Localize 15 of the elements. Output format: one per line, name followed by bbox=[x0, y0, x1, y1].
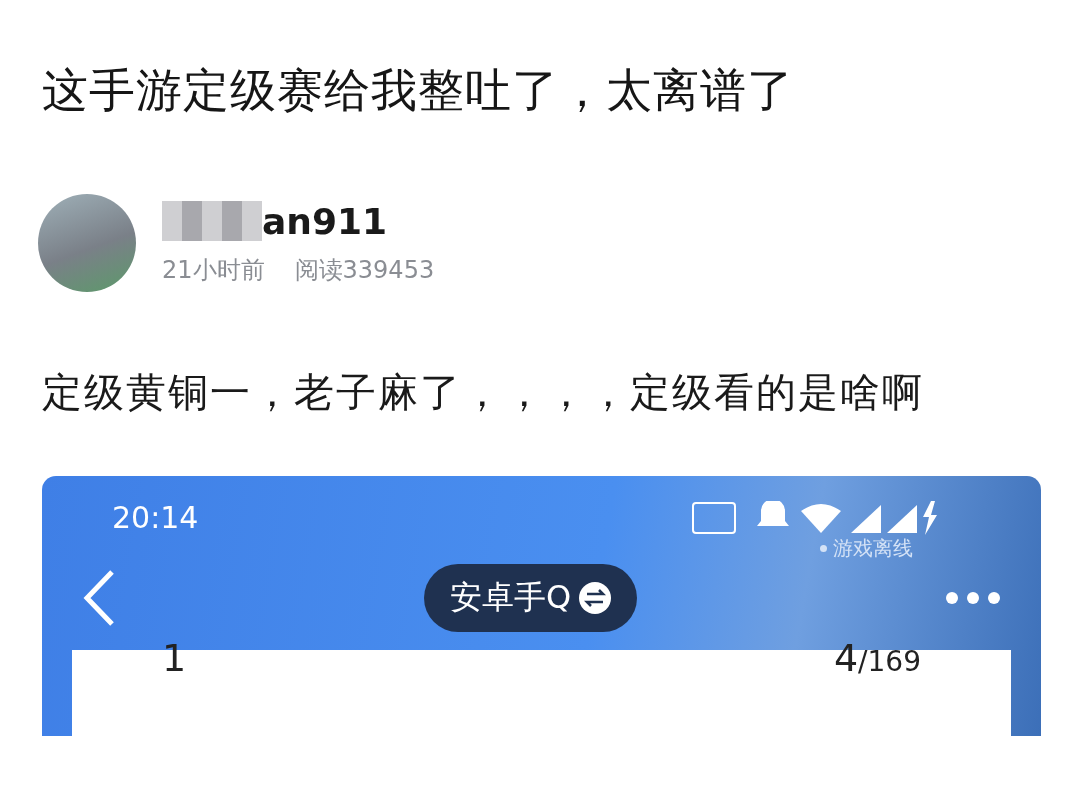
back-chevron-icon[interactable] bbox=[82, 569, 116, 627]
post-body: 定级黄铜一，老子麻了，，，，定级看的是啥啊 bbox=[42, 368, 925, 417]
more-icon[interactable] bbox=[945, 591, 1001, 605]
author-name[interactable]: an911 bbox=[262, 200, 388, 242]
status-dot bbox=[820, 545, 827, 552]
read-count: 阅读339453 bbox=[294, 254, 435, 286]
game-status: 游戏离线 bbox=[833, 535, 913, 562]
stat-value: 4/169 bbox=[833, 636, 921, 682]
account-switch-button[interactable]: 安卓手Q bbox=[423, 564, 638, 632]
embedded-screenshot[interactable]: 20:14 游戏离线 安卓手Q 1 4/169 bbox=[42, 476, 1041, 736]
swap-icon bbox=[579, 582, 612, 614]
post-title: 这手游定级赛给我整吐了，太离谱了 bbox=[42, 62, 795, 119]
post-time: 21小时前 bbox=[162, 254, 265, 286]
stat-value: 1 bbox=[162, 636, 187, 682]
status-clock: 20:14 bbox=[112, 500, 199, 535]
